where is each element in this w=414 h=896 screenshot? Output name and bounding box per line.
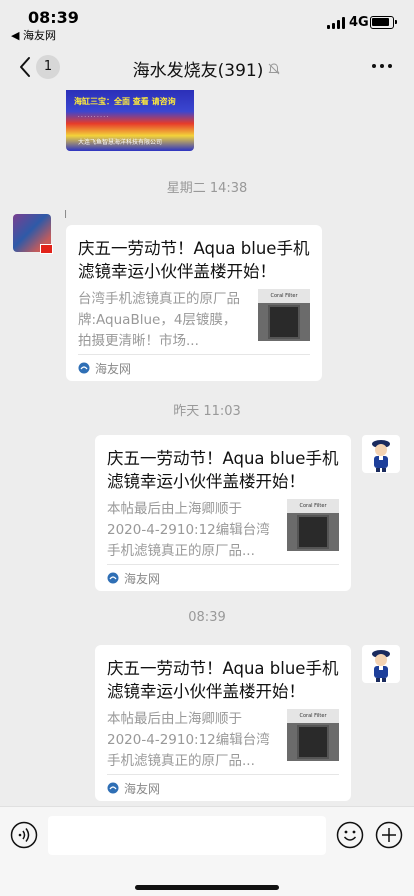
battery-icon bbox=[370, 16, 397, 29]
emoji-icon[interactable] bbox=[336, 821, 364, 849]
status-bar: 08:39 ◀ 海友网 4G bbox=[0, 0, 414, 44]
message-timestamp: 昨天 11:03 bbox=[173, 404, 241, 419]
source-logo-icon bbox=[107, 572, 119, 584]
chat-title: 海水发烧友(391) bbox=[132, 61, 264, 81]
avatar[interactable] bbox=[362, 435, 400, 473]
home-indicator bbox=[135, 885, 279, 890]
card-thumbnail: Coral Filter bbox=[287, 709, 339, 761]
status-time: 08:39 bbox=[28, 8, 79, 27]
police-avatar-icon bbox=[372, 650, 390, 682]
banner-headline: 海缸三宝：全面 查看 请咨询 bbox=[74, 97, 176, 106]
banner-image-message[interactable]: 海缸三宝：全面 查看 请咨询 · · · · · · · · · · 大连飞鱼智… bbox=[66, 90, 194, 151]
plus-icon[interactable] bbox=[375, 821, 403, 849]
card-thumbnail: Coral Filter bbox=[287, 499, 339, 551]
voice-icon[interactable] bbox=[10, 821, 38, 849]
input-bar bbox=[0, 806, 414, 896]
sender-name: l bbox=[64, 208, 68, 221]
chat-area[interactable]: 海缸三宝：全面 查看 请咨询 · · · · · · · · · · 大连飞鱼智… bbox=[0, 90, 414, 806]
card-source-label: 海友网 bbox=[124, 571, 161, 586]
avatar[interactable] bbox=[362, 645, 400, 683]
message-timestamp: 星期二 14:38 bbox=[166, 181, 248, 196]
nav-bar: 1 海水发烧友(391) bbox=[0, 44, 414, 90]
more-dots-icon[interactable] bbox=[372, 64, 392, 70]
police-avatar-icon bbox=[372, 440, 390, 472]
message-timestamp: 08:39 bbox=[188, 610, 226, 625]
card-description: 台湾手机滤镜真正的原厂品牌:AquaBlue，4层镀膜，拍摄更清晰！市场... bbox=[78, 291, 240, 349]
link-card[interactable]: 庆五一劳动节！Aqua blue手机滤镜幸运小伙伴盖楼开始！ 本帖最后由上海卿顺… bbox=[95, 435, 351, 591]
card-title: 庆五一劳动节！Aqua blue手机滤镜幸运小伙伴盖楼开始！ bbox=[78, 239, 310, 281]
banner-company: 大连飞鱼智慧海洋科技有限公司 bbox=[78, 139, 163, 146]
card-thumbnail: Coral Filter bbox=[258, 289, 310, 341]
card-description: 本帖最后由上海卿顺于2020-4-2910:12编辑台湾手机滤镜真正的原厂品..… bbox=[107, 711, 270, 769]
card-source-label: 海友网 bbox=[95, 361, 132, 376]
card-title: 庆五一劳动节！Aqua blue手机滤镜幸运小伙伴盖楼开始！ bbox=[107, 659, 339, 701]
signal-icon bbox=[327, 17, 345, 29]
network-type: 4G bbox=[349, 15, 369, 30]
message-input[interactable] bbox=[48, 816, 326, 855]
card-source-label: 海友网 bbox=[124, 781, 161, 796]
back-to-app-link[interactable]: ◀ 海友网 bbox=[11, 27, 56, 43]
flag-icon bbox=[40, 244, 53, 254]
source-logo-icon bbox=[78, 362, 90, 374]
card-source: 海友网 bbox=[107, 774, 339, 801]
link-card[interactable]: 庆五一劳动节！Aqua blue手机滤镜幸运小伙伴盖楼开始！ 台湾手机滤镜真正的… bbox=[66, 225, 322, 381]
card-source: 海友网 bbox=[78, 354, 310, 381]
card-description: 本帖最后由上海卿顺于2020-4-2910:12编辑台湾手机滤镜真正的原厂品..… bbox=[107, 501, 270, 559]
card-title: 庆五一劳动节！Aqua blue手机滤镜幸运小伙伴盖楼开始！ bbox=[107, 449, 339, 491]
avatar[interactable] bbox=[13, 214, 53, 254]
source-logo-icon bbox=[107, 782, 119, 794]
link-card[interactable]: 庆五一劳动节！Aqua blue手机滤镜幸运小伙伴盖楼开始！ 本帖最后由上海卿顺… bbox=[95, 645, 351, 801]
card-source: 海友网 bbox=[107, 564, 339, 591]
mute-bell-icon bbox=[268, 62, 280, 74]
